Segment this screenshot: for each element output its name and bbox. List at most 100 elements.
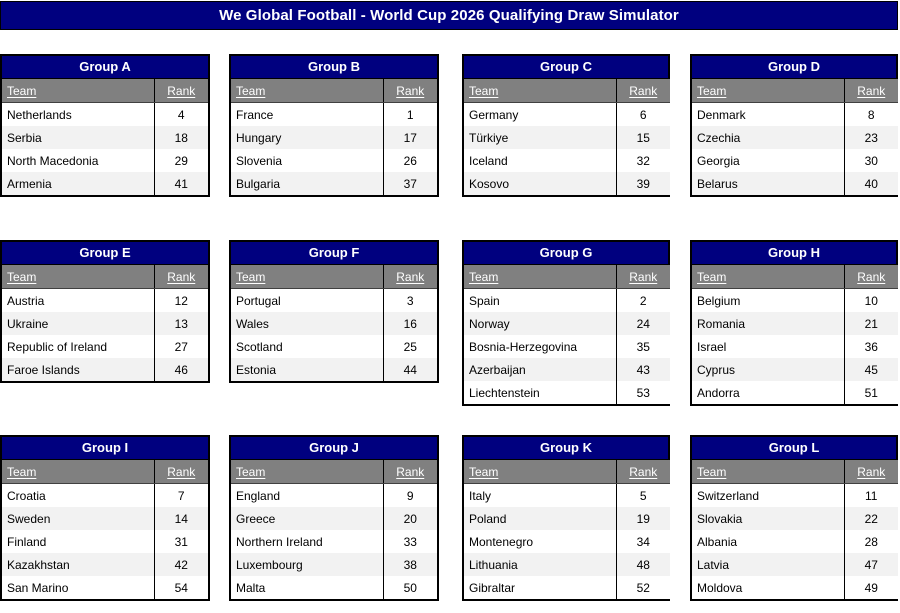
table-row[interactable]: San Marino 54 bbox=[2, 576, 208, 599]
column-header-rank[interactable]: Rank bbox=[382, 460, 437, 484]
column-header-rank[interactable]: Rank bbox=[843, 79, 898, 103]
column-header-team[interactable]: Team bbox=[464, 265, 616, 289]
team-rank-cell: 31 bbox=[153, 530, 208, 553]
table-row[interactable]: Greece 20 bbox=[231, 507, 437, 530]
table-row[interactable]: Latvia 47 bbox=[692, 553, 898, 576]
table-row[interactable]: Lithuania 48 bbox=[464, 553, 670, 576]
column-header-team[interactable]: Team bbox=[692, 79, 844, 103]
table-row[interactable]: Scotland 25 bbox=[231, 335, 437, 358]
table-row[interactable]: Bosnia-Herzegovina 35 bbox=[464, 335, 670, 358]
column-header-team[interactable]: Team bbox=[2, 79, 154, 103]
table-row[interactable]: Netherlands 4 bbox=[2, 102, 208, 126]
table-row[interactable]: Austria 12 bbox=[2, 288, 208, 312]
team-rank-cell: 22 bbox=[843, 507, 898, 530]
table-row[interactable]: Czechia 23 bbox=[692, 126, 898, 149]
table-row[interactable]: Wales 16 bbox=[231, 312, 437, 335]
table-row[interactable]: Albania 28 bbox=[692, 530, 898, 553]
table-row[interactable]: Liechtenstein 53 bbox=[464, 381, 670, 404]
table-row[interactable]: Moldova 49 bbox=[692, 576, 898, 599]
table-row[interactable]: Croatia 7 bbox=[2, 483, 208, 507]
table-header-row: Team Rank bbox=[231, 460, 437, 484]
table-row[interactable]: England 9 bbox=[231, 483, 437, 507]
group-table: Group I Team Rank Croatia 7 Sweden 14 Finland 31… bbox=[0, 435, 210, 601]
table-row[interactable]: Sweden 14 bbox=[2, 507, 208, 530]
column-header-rank[interactable]: Rank bbox=[153, 460, 208, 484]
column-header-team[interactable]: Team bbox=[692, 460, 844, 484]
column-header-team[interactable]: Team bbox=[231, 265, 383, 289]
table-row[interactable]: Republic of Ireland 27 bbox=[2, 335, 208, 358]
column-header-rank[interactable]: Rank bbox=[615, 265, 670, 289]
group-row: Group E Team Rank Austria 12 Ukraine 13 Republi… bbox=[0, 240, 900, 435]
team-rank-cell: 43 bbox=[615, 358, 670, 381]
table-row[interactable]: Georgia 30 bbox=[692, 149, 898, 172]
table-row[interactable]: Türkiye 15 bbox=[464, 126, 670, 149]
table-row[interactable]: Estonia 44 bbox=[231, 358, 437, 381]
table-row[interactable]: Faroe Islands 46 bbox=[2, 358, 208, 381]
column-header-rank[interactable]: Rank bbox=[382, 79, 437, 103]
table-row[interactable]: Finland 31 bbox=[2, 530, 208, 553]
column-header-rank[interactable]: Rank bbox=[153, 265, 208, 289]
table-row[interactable]: Montenegro 34 bbox=[464, 530, 670, 553]
group-table: Group K Team Rank Italy 5 Poland 19 Montenegro 3… bbox=[462, 435, 670, 601]
table-row[interactable]: Romania 21 bbox=[692, 312, 898, 335]
table-row[interactable]: Iceland 32 bbox=[464, 149, 670, 172]
group-table: Group D Team Rank Denmark 8 Czechia 23 Georgia 3… bbox=[690, 54, 898, 197]
table-row[interactable]: Poland 19 bbox=[464, 507, 670, 530]
team-rank-cell: 34 bbox=[615, 530, 670, 553]
group-standings-table: Team Rank Spain 2 Norway 24 Bosnia-Herzegovina… bbox=[464, 265, 670, 404]
team-rank-cell: 36 bbox=[843, 335, 898, 358]
column-header-rank[interactable]: Rank bbox=[843, 265, 898, 289]
team-rank-cell: 5 bbox=[615, 483, 670, 507]
table-row[interactable]: Cyprus 45 bbox=[692, 358, 898, 381]
column-header-rank[interactable]: Rank bbox=[153, 79, 208, 103]
group-title: Group E bbox=[2, 242, 208, 265]
column-header-team[interactable]: Team bbox=[231, 460, 383, 484]
table-row[interactable]: North Macedonia 29 bbox=[2, 149, 208, 172]
table-row[interactable]: Switzerland 11 bbox=[692, 483, 898, 507]
table-row[interactable]: Northern Ireland 33 bbox=[231, 530, 437, 553]
table-row[interactable]: Kazakhstan 42 bbox=[2, 553, 208, 576]
table-row[interactable]: Spain 2 bbox=[464, 288, 670, 312]
team-rank-cell: 18 bbox=[153, 126, 208, 149]
table-row[interactable]: Luxembourg 38 bbox=[231, 553, 437, 576]
team-name-cell: Montenegro bbox=[464, 530, 616, 553]
table-row[interactable]: Gibraltar 52 bbox=[464, 576, 670, 599]
table-row[interactable]: Armenia 41 bbox=[2, 172, 208, 195]
column-header-team[interactable]: Team bbox=[464, 460, 616, 484]
table-row[interactable]: Ukraine 13 bbox=[2, 312, 208, 335]
group-standings-table: Team Rank Italy 5 Poland 19 Montenegro 34 Lithua… bbox=[464, 460, 670, 599]
team-rank-cell: 45 bbox=[843, 358, 898, 381]
column-header-rank[interactable]: Rank bbox=[615, 460, 670, 484]
column-header-team[interactable]: Team bbox=[231, 79, 383, 103]
column-header-rank[interactable]: Rank bbox=[615, 79, 670, 103]
table-row[interactable]: Portugal 3 bbox=[231, 288, 437, 312]
column-header-team[interactable]: Team bbox=[2, 460, 154, 484]
table-row[interactable]: Kosovo 39 bbox=[464, 172, 670, 195]
table-row[interactable]: Bulgaria 37 bbox=[231, 172, 437, 195]
column-header-team-label: Team bbox=[7, 269, 37, 284]
table-row[interactable]: Belgium 10 bbox=[692, 288, 898, 312]
column-header-rank[interactable]: Rank bbox=[843, 460, 898, 484]
column-header-team[interactable]: Team bbox=[464, 79, 616, 103]
column-header-rank[interactable]: Rank bbox=[382, 265, 437, 289]
table-row[interactable]: Slovenia 26 bbox=[231, 149, 437, 172]
table-row[interactable]: Hungary 17 bbox=[231, 126, 437, 149]
team-rank-cell: 32 bbox=[615, 149, 670, 172]
table-header-row: Team Rank bbox=[692, 79, 898, 103]
table-row[interactable]: Belarus 40 bbox=[692, 172, 898, 195]
table-row[interactable]: Serbia 18 bbox=[2, 126, 208, 149]
table-row[interactable]: Andorra 51 bbox=[692, 381, 898, 404]
column-header-team[interactable]: Team bbox=[2, 265, 154, 289]
table-row[interactable]: Slovakia 22 bbox=[692, 507, 898, 530]
table-row[interactable]: Denmark 8 bbox=[692, 102, 898, 126]
team-rank-cell: 33 bbox=[382, 530, 437, 553]
table-row[interactable]: Malta 50 bbox=[231, 576, 437, 599]
table-row[interactable]: Azerbaijan 43 bbox=[464, 358, 670, 381]
table-row[interactable]: Germany 6 bbox=[464, 102, 670, 126]
team-name-cell: Ukraine bbox=[2, 312, 154, 335]
table-row[interactable]: Italy 5 bbox=[464, 483, 670, 507]
table-row[interactable]: France 1 bbox=[231, 102, 437, 126]
table-row[interactable]: Israel 36 bbox=[692, 335, 898, 358]
table-row[interactable]: Norway 24 bbox=[464, 312, 670, 335]
column-header-team[interactable]: Team bbox=[692, 265, 844, 289]
